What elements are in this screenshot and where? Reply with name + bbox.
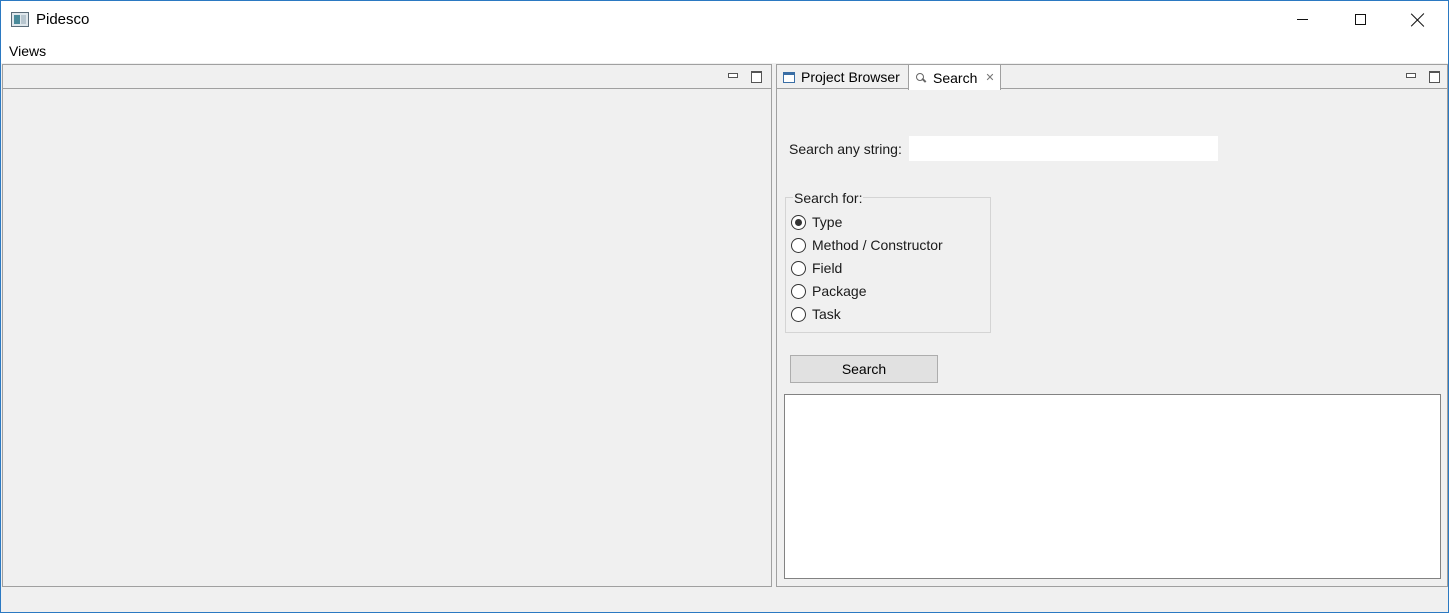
tab-search-label: Search [933,69,978,86]
maximize-icon [1354,14,1366,25]
close-icon [1411,13,1425,27]
right-pane-tab-bar: Project Browser Search ✕ [777,65,1447,90]
tab-close-icon[interactable]: ✕ [985,71,994,84]
title-bar[interactable]: Pidesco [1,1,1448,38]
maximize-window-button[interactable] [1331,1,1389,38]
menu-views[interactable]: Views [9,43,46,59]
radio-label: Field [812,260,843,276]
radio-option-task[interactable]: Task [791,306,841,322]
radio-option-type[interactable]: Type [791,214,842,230]
close-window-button[interactable] [1389,1,1447,38]
window-title: Pidesco [36,11,90,28]
search-results-area[interactable] [784,394,1441,579]
radio-button[interactable] [791,306,806,322]
search-icon [915,72,927,84]
status-bar [1,587,1448,612]
app-icon [11,12,29,27]
radio-label: Task [812,306,841,322]
tab-search[interactable]: Search ✕ [908,65,1001,90]
radio-button[interactable] [791,237,806,253]
right-pane-minimize-icon[interactable] [1405,70,1416,80]
radio-button[interactable] [791,283,806,299]
search-button[interactable]: Search [790,355,938,383]
right-pane: Project Browser Search ✕ Search any stri… [776,64,1448,587]
radio-button[interactable] [791,260,806,276]
radio-option-package[interactable]: Package [791,283,866,299]
left-pane-maximize-icon[interactable] [750,70,762,83]
window-icon [783,71,795,83]
radio-label: Type [812,214,843,230]
radio-label: Package [812,283,867,299]
left-pane-header [3,65,771,89]
search-string-label: Search any string: [789,141,902,157]
search-for-title: Search for: [793,190,864,206]
radio-label: Method / Constructor [812,237,943,253]
right-pane-maximize-icon[interactable] [1428,70,1440,83]
application-window: Pidesco Views Project Browser Search ✕ S… [0,0,1449,613]
menu-bar: Views [1,38,1448,63]
left-pane-minimize-icon[interactable] [727,70,738,80]
radio-option-method-constructor[interactable]: Method / Constructor [791,237,943,253]
tab-project-browser-label: Project Browser [801,69,900,85]
left-pane [2,64,772,587]
radio-button[interactable] [791,214,806,230]
radio-option-field[interactable]: Field [791,260,842,276]
minimize-icon [1296,19,1308,20]
tab-project-browser[interactable]: Project Browser [777,65,907,89]
search-for-group: Search for: Type Method / Constructor Fi… [785,190,991,333]
minimize-window-button[interactable] [1273,1,1331,38]
search-string-input[interactable] [909,136,1218,161]
